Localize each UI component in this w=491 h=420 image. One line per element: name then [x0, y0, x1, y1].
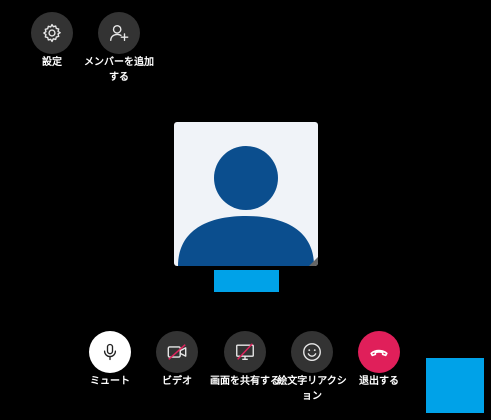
- mute-label: ミュート: [90, 376, 130, 387]
- gear-icon: [41, 22, 63, 44]
- settings-button[interactable]: [31, 12, 73, 54]
- person-silhouette-icon: [178, 146, 318, 266]
- participant-avatar: [174, 122, 318, 266]
- add-member-button[interactable]: [98, 12, 140, 54]
- add-person-icon: [108, 22, 130, 44]
- leave-call-label: 退出する: [359, 376, 399, 387]
- video-label: ビデオ: [162, 376, 192, 387]
- share-screen-label: 画面を共有する: [210, 376, 280, 387]
- share-screen-button[interactable]: [224, 331, 266, 373]
- leave-call-button[interactable]: [358, 331, 400, 373]
- video-button[interactable]: [156, 331, 198, 373]
- mute-button[interactable]: [89, 331, 131, 373]
- video-off-icon: [166, 341, 188, 363]
- emoji-icon: [301, 341, 323, 363]
- emoji-reaction-label: 絵文字リアクション: [277, 376, 347, 402]
- add-member-label: メンバーを追加する: [84, 57, 154, 83]
- participant-name-bar: [214, 270, 279, 292]
- screen-share-off-icon: [234, 341, 256, 363]
- microphone-icon: [100, 342, 120, 362]
- hang-up-icon: [368, 341, 390, 363]
- call-window: 設定 メンバーを追加する ミュート ビデオ 画面を共有する 絵文字リアクション …: [0, 0, 491, 420]
- settings-label: 設定: [42, 57, 62, 68]
- emoji-reaction-button[interactable]: [291, 331, 333, 373]
- self-video-preview: [426, 358, 484, 413]
